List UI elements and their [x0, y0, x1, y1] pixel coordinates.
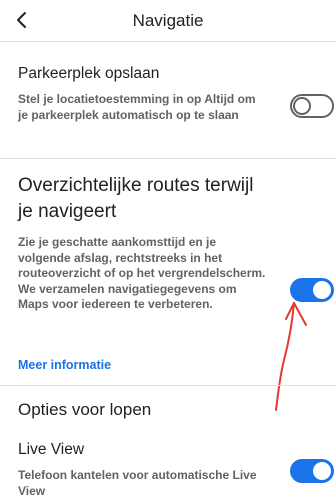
live-view-description: Telefoon kantelen voor automatische Live… — [18, 468, 257, 498]
app-header: Navigatie — [0, 0, 336, 40]
header-divider — [0, 41, 336, 42]
routes-toggle[interactable] — [290, 278, 334, 302]
routes-description: Zie je geschatte aankomsttijd en je volg… — [18, 235, 266, 311]
parking-title: Parkeerplek opslaan — [18, 65, 160, 82]
live-view-title: Live View — [18, 441, 85, 458]
parking-description: Stel je locatietoestemming in op Altijd … — [18, 92, 256, 122]
live-view-toggle[interactable] — [290, 459, 334, 483]
toggle-knob — [313, 281, 331, 299]
section-divider — [0, 158, 336, 159]
parking-toggle[interactable] — [290, 94, 334, 118]
toggle-knob — [293, 97, 311, 115]
more-info-link[interactable]: Meer informatie — [18, 358, 111, 372]
section-divider — [0, 385, 336, 386]
routes-title: Overzichtelijke routes terwijl je navige… — [18, 175, 254, 222]
toggle-knob — [313, 462, 331, 480]
walking-section-title: Opties voor lopen — [18, 400, 152, 419]
page-title: Navigatie — [132, 11, 204, 30]
